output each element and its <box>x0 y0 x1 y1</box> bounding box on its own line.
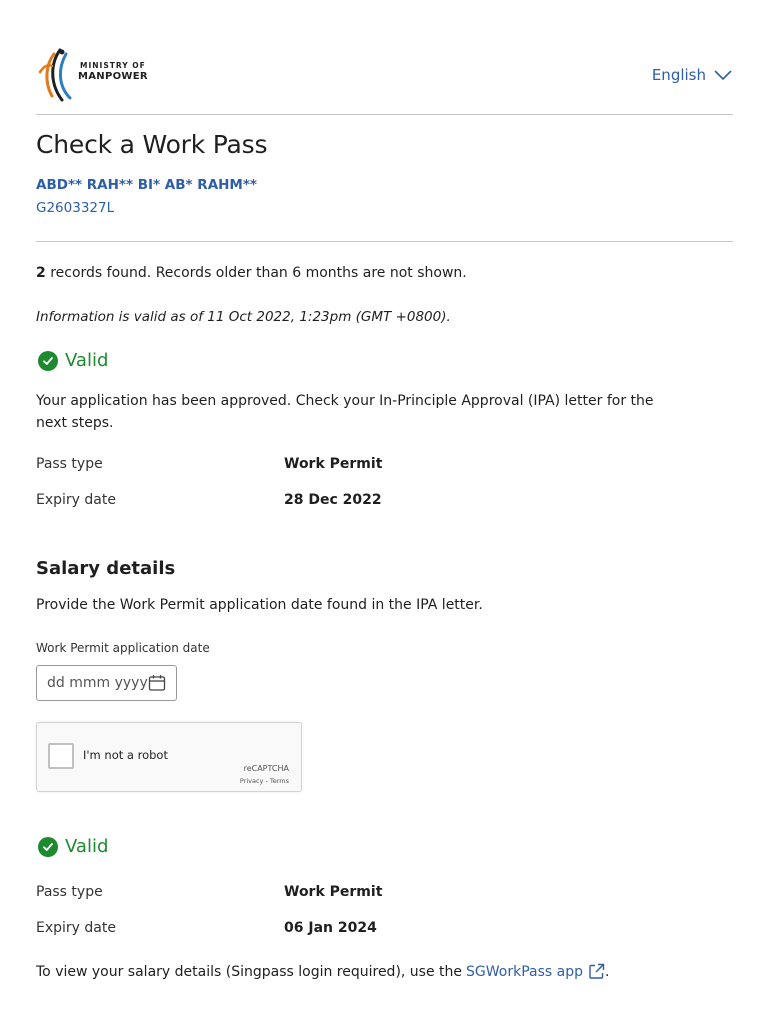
language-label: English <box>651 66 706 84</box>
expiry-date-value: 06 Jan 2024 <box>284 920 377 936</box>
chevron-down-icon <box>714 69 732 80</box>
records-count: 2 <box>36 265 46 281</box>
pass-type-value: Work Permit <box>284 456 383 472</box>
salary-instruction: Provide the Work Permit application date… <box>36 597 483 613</box>
check-circle-icon <box>38 350 58 371</box>
check-circle-icon <box>38 836 58 857</box>
recaptcha-links[interactable]: Privacy - Terms <box>240 777 289 785</box>
application-date-input[interactable]: dd mmm yyyy <box>36 665 177 701</box>
header-divider <box>36 114 733 115</box>
recaptcha-brand: reCAPTCHA <box>243 764 289 773</box>
page-title: Check a Work Pass <box>36 130 268 159</box>
salary-app-end: . <box>605 963 610 980</box>
logo-line2: MANPOWER <box>78 70 148 82</box>
records-text: records found. Records older than 6 mont… <box>45 265 467 281</box>
status-label: Valid <box>65 836 109 857</box>
pass-type-value: Work Permit <box>284 884 383 900</box>
recaptcha-label: I'm not a robot <box>83 748 168 762</box>
logo-line1: MINISTRY OF <box>80 61 146 70</box>
records-summary: 2 records found. Records older than 6 mo… <box>36 265 467 281</box>
salary-app-note: To view your salary details (Singpass lo… <box>36 963 609 980</box>
application-date-label: Work Permit application date <box>36 641 210 655</box>
status-badge: Valid <box>38 350 108 371</box>
recaptcha-widget: I'm not a robot reCAPTCHA Privacy - Term… <box>36 722 302 792</box>
logo-text: MINISTRY OF MANPOWER <box>78 62 148 82</box>
status-badge: Valid <box>38 836 108 857</box>
holder-id: G2603327L <box>36 200 115 216</box>
recaptcha-checkbox[interactable] <box>48 743 74 769</box>
validity-note: Information is valid as of 11 Oct 2022, … <box>36 309 451 325</box>
sgworkpass-link-label: SGWorkPass app <box>466 963 583 980</box>
calendar-icon[interactable] <box>148 674 166 692</box>
status-label: Valid <box>65 350 109 371</box>
expiry-date-value: 28 Dec 2022 <box>284 492 382 508</box>
mom-logo-icon <box>38 48 72 102</box>
approval-message: Your application has been approved. Chec… <box>36 393 654 431</box>
salary-app-text: To view your salary details (Singpass lo… <box>36 963 463 980</box>
pass-type-label: Pass type <box>36 884 103 900</box>
holder-name: ABD** RAH** BI* AB* RAHM** <box>36 177 257 193</box>
pass-type-label: Pass type <box>36 456 103 472</box>
sgworkpass-app-link[interactable]: SGWorkPass app <box>466 963 605 980</box>
external-link-icon <box>589 963 605 979</box>
expiry-date-label: Expiry date <box>36 920 116 936</box>
title-divider <box>36 241 733 242</box>
expiry-date-label: Expiry date <box>36 492 116 508</box>
salary-heading: Salary details <box>36 558 176 579</box>
date-placeholder: dd mmm yyyy <box>47 675 148 691</box>
language-selector[interactable]: English <box>652 66 732 84</box>
